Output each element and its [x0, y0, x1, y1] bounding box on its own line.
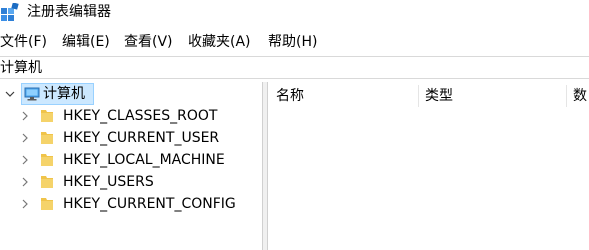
computer-icon — [24, 87, 40, 101]
column-divider[interactable] — [566, 85, 567, 107]
tree-item-hkey-classes-root[interactable]: HKEY_CLASSES_ROOT — [0, 105, 262, 127]
column-header-type[interactable]: 类型 — [425, 87, 453, 105]
title-bar: 注册表编辑器 — [0, 0, 589, 27]
menu-bar: 文件(F) 编辑(E) 查看(V) 收藏夹(A) 帮助(H) — [0, 31, 589, 53]
tree-item-hkey-users[interactable]: HKEY_USERS — [0, 171, 262, 193]
tree-item-label: HKEY_CLASSES_ROOT — [63, 108, 218, 124]
menu-file[interactable]: 文件(F) — [0, 33, 47, 51]
chevron-right-icon[interactable] — [20, 133, 30, 143]
tree-item-hkey-current-user[interactable]: HKEY_CURRENT_USER — [0, 127, 262, 149]
menu-edit[interactable]: 编辑(E) — [62, 33, 110, 51]
tree-pane: 计算机 HKEY_CLASSES_ROOT HKEY_CURRENT_USER … — [0, 82, 262, 250]
tree-root-label: 计算机 — [43, 86, 85, 102]
chevron-right-icon[interactable] — [20, 199, 30, 209]
folder-icon — [41, 198, 53, 210]
tree-item-label: HKEY_CURRENT_CONFIG — [63, 196, 236, 212]
column-header-name[interactable]: 名称 — [276, 87, 304, 105]
folder-icon — [41, 110, 53, 122]
chevron-right-icon[interactable] — [20, 111, 30, 121]
values-list: 名称 类型 数 — [268, 82, 589, 250]
registry-editor-icon — [1, 3, 19, 21]
menu-help[interactable]: 帮助(H) — [268, 33, 317, 51]
chevron-down-icon[interactable] — [5, 89, 15, 99]
chevron-right-icon[interactable] — [20, 177, 30, 187]
folder-icon — [41, 176, 53, 188]
tree-item-label: HKEY_CURRENT_USER — [63, 130, 220, 146]
chevron-right-icon[interactable] — [20, 155, 30, 165]
window-title: 注册表编辑器 — [27, 4, 111, 20]
column-divider[interactable] — [418, 85, 419, 107]
tree-item-hkey-local-machine[interactable]: HKEY_LOCAL_MACHINE — [0, 149, 262, 171]
address-bar[interactable]: 计算机 — [0, 56, 589, 79]
tree-item-label: HKEY_USERS — [63, 174, 154, 190]
menu-favorites[interactable]: 收藏夹(A) — [188, 33, 251, 51]
folder-icon — [41, 132, 53, 144]
address-path[interactable]: 计算机 — [0, 59, 42, 77]
tree-item-hkey-current-config[interactable]: HKEY_CURRENT_CONFIG — [0, 193, 262, 215]
tree-item-computer[interactable]: 计算机 — [0, 83, 100, 105]
folder-icon — [41, 154, 53, 166]
menu-view[interactable]: 查看(V) — [124, 33, 173, 51]
column-header-data[interactable]: 数 — [573, 87, 587, 105]
tree-item-label: HKEY_LOCAL_MACHINE — [63, 152, 225, 168]
